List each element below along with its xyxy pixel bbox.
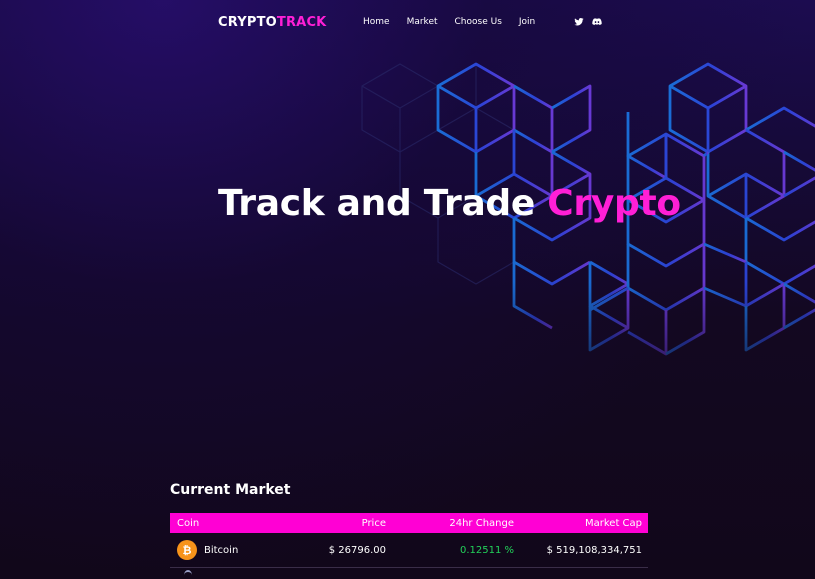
table-row[interactable] <box>170 568 648 579</box>
coin-24hr-change: 0.12511 % <box>459 544 514 556</box>
brand-logo[interactable]: CRYPTOTRACK <box>218 15 326 30</box>
discord-icon[interactable] <box>592 17 602 27</box>
coin-name: Bitcoin <box>204 544 239 556</box>
header-market-cap: Market Cap <box>584 517 642 529</box>
market-section-title: Current Market <box>170 482 291 498</box>
coin-icon <box>184 570 192 579</box>
social-links <box>574 17 602 27</box>
header-24hr-change: 24hr Change <box>449 517 514 529</box>
hero-title-main: Track and Trade <box>218 183 548 224</box>
market-table-header: Coin Price 24hr Change Market Cap <box>170 513 648 533</box>
nav-link-choose-us[interactable]: Choose Us <box>455 17 502 27</box>
nav-link-market[interactable]: Market <box>407 17 438 27</box>
nav-link-join[interactable]: Join <box>519 17 535 27</box>
coin-cell: ₿ Bitcoin <box>170 540 290 560</box>
header-price: Price <box>361 517 386 529</box>
coin-price: $ 26796.00 <box>328 544 386 556</box>
market-table: Coin Price 24hr Change Market Cap ₿ Bitc… <box>170 513 648 579</box>
navbar: CRYPTOTRACK Home Market Choose Us Join <box>218 11 602 33</box>
brand-logo-part1: CRYPTO <box>218 14 277 30</box>
hero-title-accent: Crypto <box>547 183 681 224</box>
coin-market-cap: $ 519,108,334,751 <box>546 544 642 556</box>
brand-logo-part2: TRACK <box>276 14 327 30</box>
header-coin: Coin <box>177 517 200 529</box>
table-row[interactable]: ₿ Bitcoin $ 26796.00 0.12511 % $ 519,108… <box>170 533 648 568</box>
bitcoin-icon: ₿ <box>177 540 197 560</box>
page: CRYPTOTRACK Home Market Choose Us Join T… <box>0 0 815 579</box>
nav-links: Home Market Choose Us Join <box>363 17 535 27</box>
twitter-icon[interactable] <box>574 17 584 27</box>
nav-link-home[interactable]: Home <box>363 17 390 27</box>
hero-title: Track and Trade Crypto <box>218 183 681 224</box>
